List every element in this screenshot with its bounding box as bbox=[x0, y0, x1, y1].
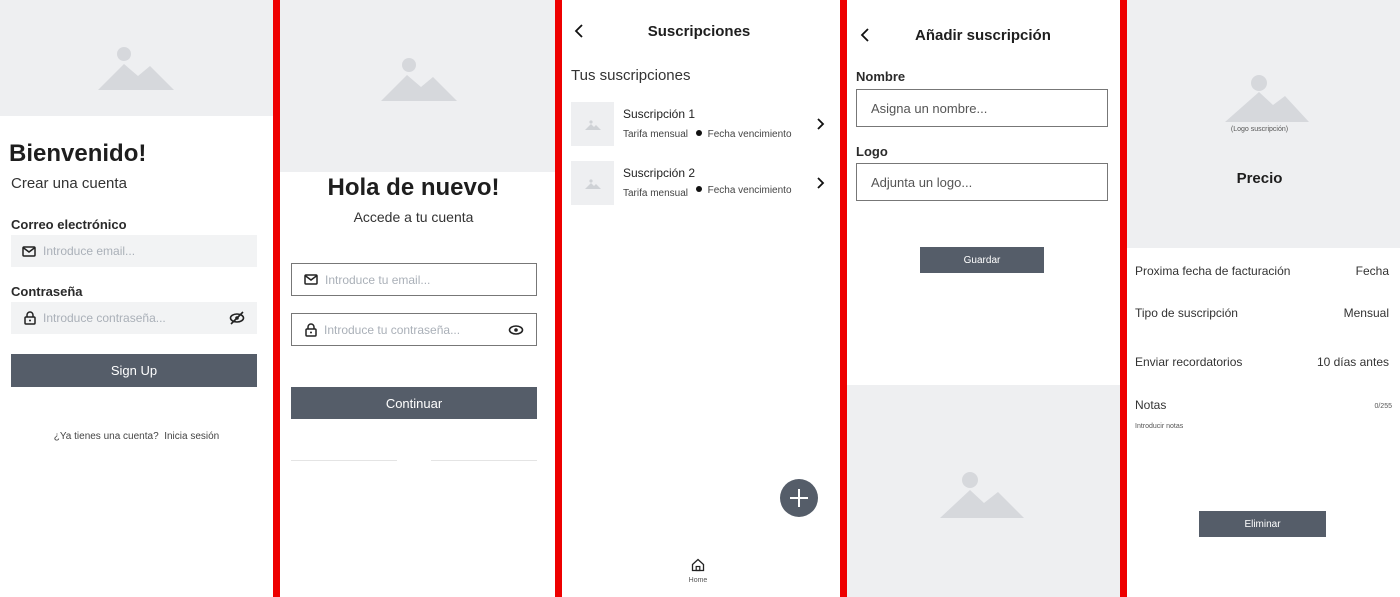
detail-row: Enviar recordatorios 10 días antes bbox=[1135, 355, 1389, 369]
page-title: Hola de nuevo! bbox=[327, 174, 500, 201]
logo-caption: (Logo suscripción) bbox=[1230, 126, 1289, 133]
add-subscription-button[interactable] bbox=[780, 479, 818, 517]
subscription-item[interactable]: Suscripción 1 Tarifa mensual Fecha venci… bbox=[571, 102, 829, 148]
back-arrow-icon[interactable] bbox=[860, 28, 870, 42]
image-placeholder-icon bbox=[1225, 75, 1309, 122]
detail-row-label: Proxima fecha de facturación bbox=[1135, 264, 1291, 278]
password-placeholder: Introduce tu contraseña... bbox=[324, 322, 461, 337]
email-label: Correo electrónico bbox=[11, 217, 127, 232]
email-placeholder: Introduce email... bbox=[43, 244, 136, 258]
image-placeholder-icon bbox=[98, 47, 174, 90]
delete-button[interactable]: Eliminar bbox=[1199, 511, 1326, 537]
signup-screen: Bienvenido! Crear una cuenta Correo elec… bbox=[0, 0, 273, 597]
subscription-thumbnail bbox=[571, 161, 614, 205]
mail-icon bbox=[304, 274, 318, 285]
email-field[interactable]: Introduce email... bbox=[11, 235, 257, 267]
page-subtitle: Accede a tu cuenta bbox=[353, 209, 474, 225]
page-subtitle: Crear una cuenta bbox=[11, 175, 127, 192]
lock-icon bbox=[24, 311, 36, 325]
subscription-plan: Tarifa mensual bbox=[623, 129, 689, 140]
subscription-plan: Tarifa mensual bbox=[623, 188, 689, 199]
bullet-dot bbox=[695, 130, 702, 136]
login-prompt: ¿Ya tienes una cuenta? Inicia sesión bbox=[0, 431, 273, 442]
name-field[interactable]: Asigna un nombre... bbox=[856, 89, 1108, 127]
detail-row-value: Mensual bbox=[1343, 306, 1389, 320]
eye-icon[interactable] bbox=[508, 324, 524, 336]
subscription-thumbnail bbox=[571, 102, 614, 146]
header-title: Suscripciones bbox=[647, 23, 751, 40]
chevron-right-icon[interactable] bbox=[817, 118, 825, 130]
notes-label: Notas bbox=[1135, 398, 1167, 412]
header-panel: (Logo suscripción) Precio bbox=[1127, 0, 1400, 248]
subscription-item[interactable]: Suscripción 2 Tarifa mensual Fecha venci… bbox=[571, 161, 829, 207]
price-label: Precio bbox=[1236, 170, 1283, 187]
subscription-meta: Tarifa mensual Fecha vencimiento bbox=[623, 129, 792, 140]
divider-line-left bbox=[291, 460, 397, 461]
screen-divider bbox=[840, 0, 847, 597]
login-screen: Hola de nuevo! Accede a tu cuenta Introd… bbox=[280, 0, 555, 597]
password-field[interactable]: Introduce tu contraseña... bbox=[291, 313, 537, 346]
detail-row: Proxima fecha de facturación Fecha bbox=[1135, 264, 1389, 278]
divider-line-right bbox=[431, 460, 537, 461]
logo-label: Logo bbox=[856, 144, 888, 159]
detail-row-label: Tipo de suscripción bbox=[1135, 306, 1238, 320]
subscription-due: Fecha vencimiento bbox=[707, 185, 792, 196]
header-image bbox=[0, 0, 273, 116]
password-field[interactable]: Introduce contraseña... bbox=[11, 302, 257, 334]
login-link[interactable]: Inicia sesión bbox=[164, 431, 219, 442]
lock-icon bbox=[305, 322, 317, 337]
header-title: Añadir suscripción bbox=[915, 27, 1051, 44]
continue-button[interactable]: Continuar bbox=[291, 387, 537, 419]
notes-input[interactable]: Introducir notas bbox=[1135, 423, 1389, 483]
nav-home-label: Home bbox=[688, 577, 708, 584]
email-field[interactable]: Introduce tu email... bbox=[291, 263, 537, 296]
chevron-right-icon[interactable] bbox=[817, 177, 825, 189]
add-subscription-screen: Añadir suscripción Nombre Asigna un nomb… bbox=[847, 0, 1120, 597]
name-placeholder: Asigna un nombre... bbox=[871, 100, 988, 116]
detail-row-label: Enviar recordatorios bbox=[1135, 355, 1243, 369]
screen-divider bbox=[555, 0, 562, 597]
subscription-name: Suscripción 2 bbox=[623, 166, 696, 180]
footer-image bbox=[847, 385, 1120, 597]
plus-icon bbox=[790, 489, 808, 507]
logo-field[interactable]: Adjunta un logo... bbox=[856, 163, 1108, 201]
image-placeholder-icon bbox=[381, 58, 457, 101]
section-title: Tus suscripciones bbox=[571, 67, 691, 84]
subscription-meta: Tarifa mensual Fecha vencimiento bbox=[623, 185, 792, 199]
logo-placeholder: Adjunta un logo... bbox=[871, 174, 973, 190]
password-placeholder: Introduce contraseña... bbox=[43, 311, 166, 325]
image-placeholder-icon bbox=[585, 179, 601, 189]
subscription-name: Suscripción 1 bbox=[623, 107, 696, 121]
nav-home[interactable]: Home bbox=[678, 558, 718, 584]
image-placeholder-icon bbox=[940, 472, 1024, 518]
save-button[interactable]: Guardar bbox=[920, 247, 1044, 273]
password-label: Contraseña bbox=[11, 284, 83, 299]
notes-counter: 0/255 bbox=[1374, 403, 1392, 410]
home-icon bbox=[691, 558, 705, 572]
subscriptions-screen: Suscripciones Tus suscripciones Suscripc… bbox=[562, 0, 840, 597]
screen-divider bbox=[1120, 0, 1127, 597]
mail-icon bbox=[22, 245, 36, 257]
detail-row: Tipo de suscripción Mensual bbox=[1135, 306, 1389, 320]
have-account-text: ¿Ya tienes una cuenta? bbox=[53, 431, 159, 442]
subscription-detail-screen: (Logo suscripción) Precio Proxima fecha … bbox=[1127, 0, 1400, 597]
eye-off-icon[interactable] bbox=[229, 311, 245, 325]
name-label: Nombre bbox=[856, 69, 906, 84]
screen-divider bbox=[273, 0, 280, 597]
signup-button[interactable]: Sign Up bbox=[11, 354, 257, 387]
email-placeholder: Introduce tu email... bbox=[325, 272, 431, 287]
header-image bbox=[280, 0, 555, 172]
bullet-dot bbox=[695, 186, 702, 192]
image-placeholder-icon bbox=[585, 120, 601, 130]
subscription-due: Fecha vencimiento bbox=[707, 129, 792, 140]
detail-row-value: Fecha bbox=[1355, 264, 1389, 278]
detail-row-value: 10 días antes bbox=[1316, 355, 1389, 369]
page-title: Bienvenido! bbox=[9, 140, 147, 167]
